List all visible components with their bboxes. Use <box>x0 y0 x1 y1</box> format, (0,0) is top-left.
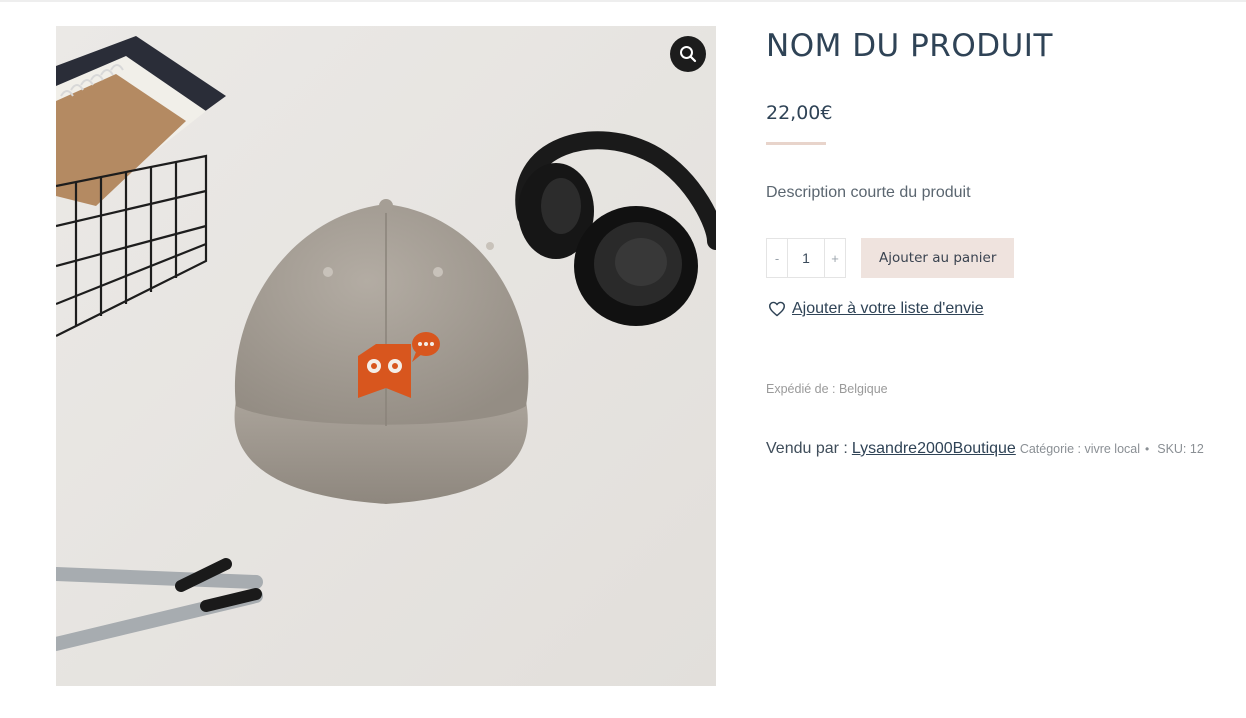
wishlist-label[interactable]: Ajouter à votre liste d'envie <box>792 300 984 318</box>
product-price: 22,00€ <box>766 102 833 124</box>
vendor-link[interactable]: Lysandre2000Boutique <box>852 440 1016 458</box>
meta-separator: • <box>1145 442 1150 456</box>
quantity-input[interactable] <box>787 239 825 277</box>
quantity-increase-button[interactable]: + <box>825 239 845 277</box>
product-photo <box>56 26 716 686</box>
top-divider <box>0 0 1246 2</box>
category-label: Catégorie : vivre local <box>1019 442 1141 456</box>
sku-label: SKU: 12 <box>1157 442 1204 456</box>
short-description: Description courte du produit <box>766 184 971 201</box>
add-to-cart-form: - + Ajouter au panier <box>766 238 1015 278</box>
quantity-decrease-button[interactable]: - <box>767 239 787 277</box>
quantity-stepper: - + <box>766 238 846 278</box>
add-to-cart-button[interactable]: Ajouter au panier <box>861 238 1015 278</box>
wishlist-link[interactable]: Ajouter à votre liste d'envie <box>768 300 984 318</box>
product-title: NOM DU PRODUIT <box>766 28 1053 64</box>
price-divider <box>766 142 826 145</box>
product-image[interactable] <box>56 26 716 686</box>
magnifier-icon <box>680 46 697 63</box>
zoom-button[interactable] <box>670 36 706 72</box>
heart-icon <box>769 301 785 317</box>
sold-by-label: Vendu par : <box>766 440 848 457</box>
product-meta: Vendu par : Lysandre2000Boutique Catégor… <box>766 440 1204 458</box>
shipping-origin: Expédié de : Belgique <box>766 382 888 396</box>
